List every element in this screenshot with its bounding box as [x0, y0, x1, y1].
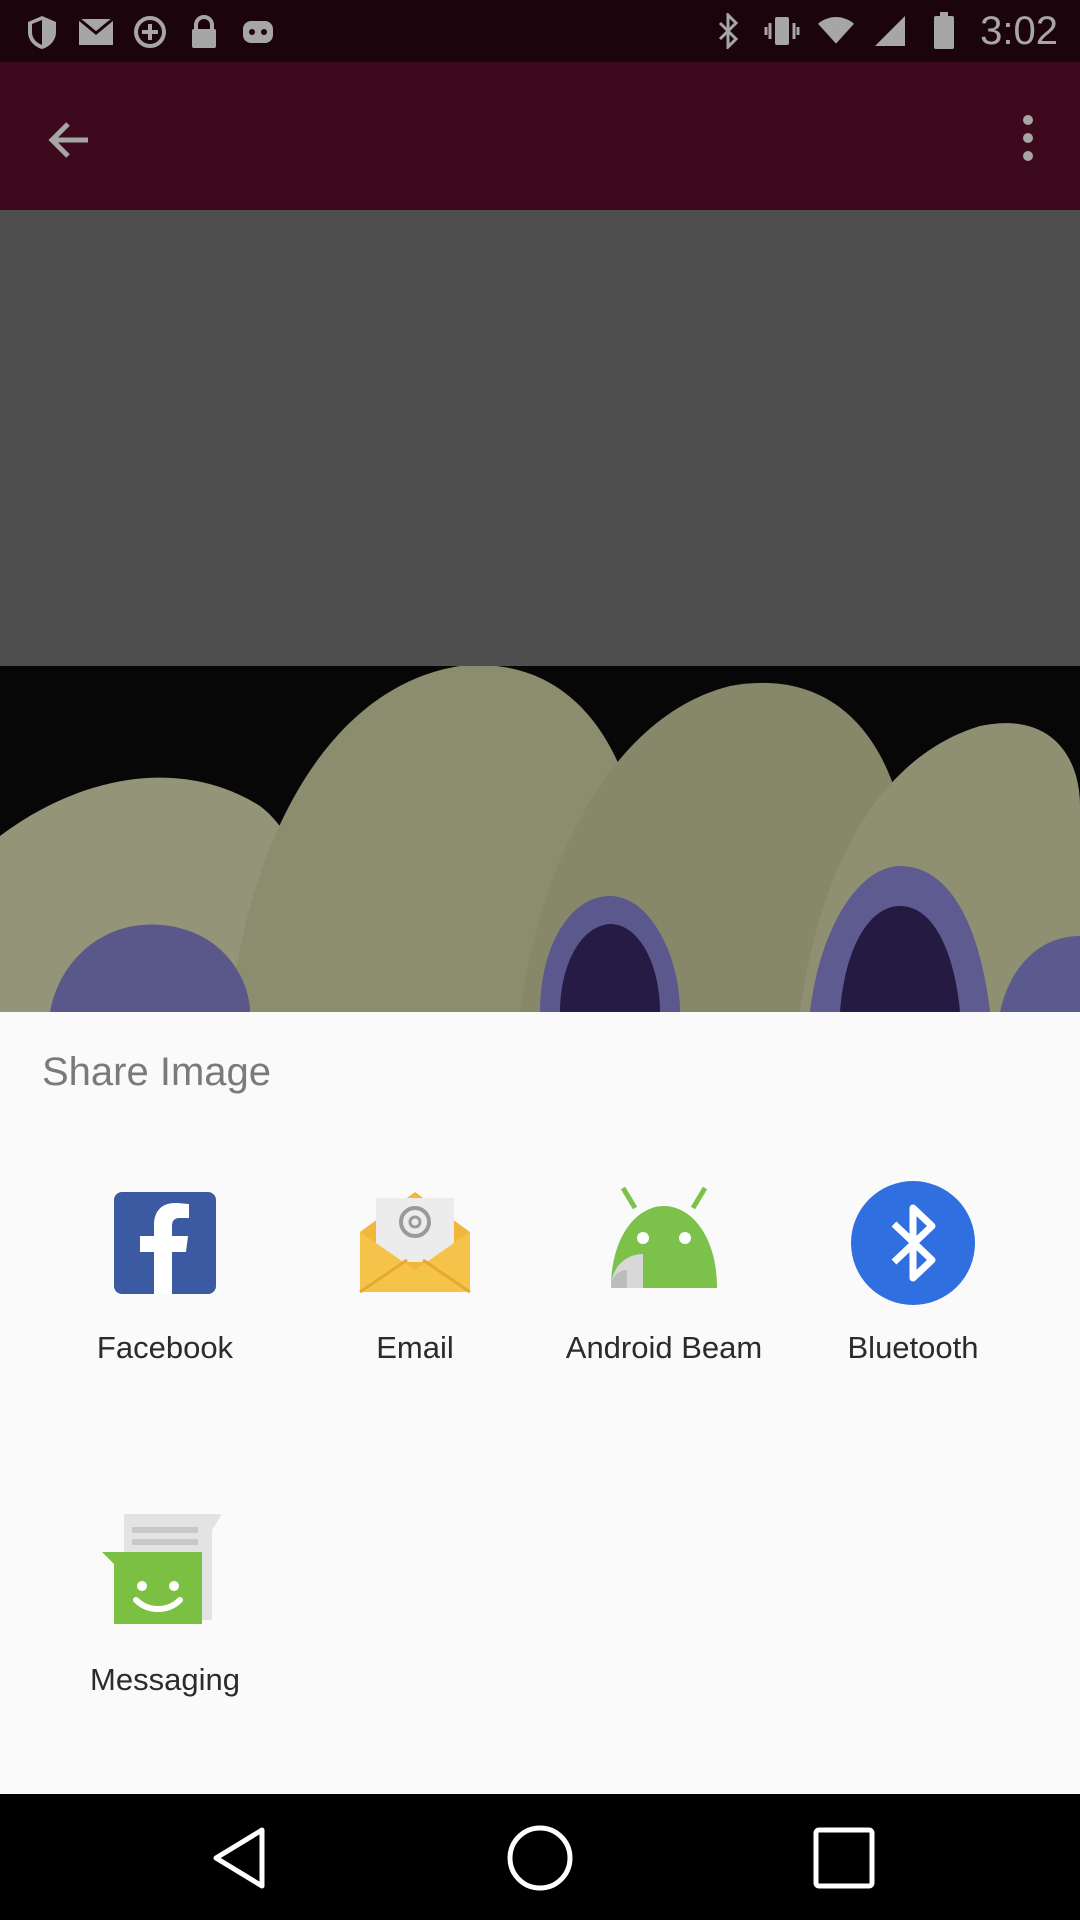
home-circle-icon[interactable] [504, 1822, 576, 1894]
share-sheet-title: Share Image [42, 1050, 272, 1094]
navigation-bar [0, 1794, 1080, 1920]
dim-scrim[interactable] [0, 0, 1080, 1012]
email-icon [352, 1180, 478, 1306]
back-triangle-icon[interactable] [206, 1822, 278, 1894]
bluetooth-share-icon [850, 1180, 976, 1306]
share-target-email[interactable]: Email [290, 1180, 540, 1420]
facebook-icon [102, 1180, 228, 1306]
share-target-label: Email [376, 1330, 454, 1365]
share-target-android-beam[interactable]: Android Beam [539, 1180, 789, 1420]
share-sheet: Share Image Facebook Email Android Beam … [0, 1012, 1080, 1794]
messaging-icon [102, 1512, 228, 1638]
share-target-label: Bluetooth [847, 1330, 979, 1365]
share-target-label: Facebook [96, 1330, 234, 1365]
android-beam-icon [601, 1180, 727, 1306]
share-target-facebook[interactable]: Facebook [40, 1180, 290, 1420]
share-target-bluetooth[interactable]: Bluetooth [788, 1180, 1038, 1420]
share-target-messaging[interactable]: Messaging [40, 1512, 290, 1752]
share-target-label: Android Beam [565, 1330, 763, 1365]
share-target-label: Messaging [90, 1662, 240, 1697]
recents-square-icon[interactable] [808, 1822, 880, 1894]
